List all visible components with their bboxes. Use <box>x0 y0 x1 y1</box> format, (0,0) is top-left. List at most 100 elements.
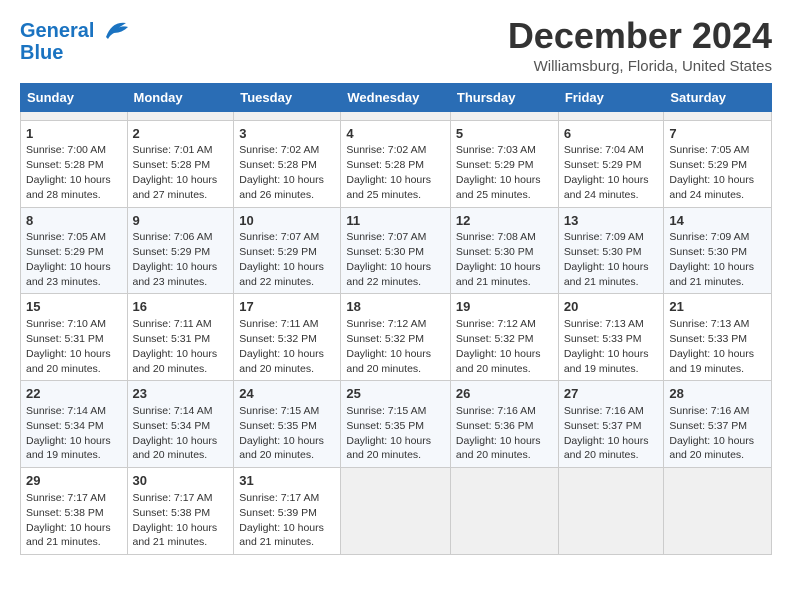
day-number: 8 <box>26 212 122 230</box>
table-cell <box>664 468 772 555</box>
day-number: 28 <box>669 385 766 403</box>
day-number: 13 <box>564 212 659 230</box>
table-cell: 31 Sunrise: 7:17 AMSunset: 5:39 PMDayligh… <box>234 468 341 555</box>
cell-info: Sunrise: 7:06 AMSunset: 5:29 PMDaylight:… <box>133 231 218 288</box>
cell-info: Sunrise: 7:12 AMSunset: 5:32 PMDaylight:… <box>346 318 431 375</box>
calendar-title: December 2024 <box>508 16 772 56</box>
table-cell: 14Sunrise: 7:09 AMSunset: 5:30 PMDayligh… <box>664 207 772 294</box>
table-cell: 3Sunrise: 7:02 AMSunset: 5:28 PMDaylight… <box>234 120 341 207</box>
cell-info: Sunrise: 7:17 AMSunset: 5:38 PMDaylight:… <box>26 492 111 549</box>
cell-info: Sunrise: 7:08 AMSunset: 5:30 PMDaylight:… <box>456 231 541 288</box>
day-number: 1 <box>26 125 122 143</box>
day-number: 30 <box>133 472 229 490</box>
page: General Blue December 2024 Williamsburg,… <box>0 0 792 565</box>
cell-info: Sunrise: 7:03 AMSunset: 5:29 PMDaylight:… <box>456 144 541 201</box>
table-cell: 5Sunrise: 7:03 AMSunset: 5:29 PMDaylight… <box>450 120 558 207</box>
day-number: 9 <box>133 212 229 230</box>
cell-info: Sunrise: 7:15 AMSunset: 5:35 PMDaylight:… <box>239 405 324 462</box>
cell-info: Sunrise: 7:12 AMSunset: 5:32 PMDaylight:… <box>456 318 541 375</box>
cell-info: Sunrise: 7:07 AMSunset: 5:29 PMDaylight:… <box>239 231 324 288</box>
day-number: 22 <box>26 385 122 403</box>
day-number: 17 <box>239 298 335 316</box>
table-cell: 16 Sunrise: 7:11 AMSunset: 5:31 PMDayligh… <box>127 294 234 381</box>
table-cell: 28 Sunrise: 7:16 AMSunset: 5:37 PMDayligh… <box>664 381 772 468</box>
table-cell <box>450 111 558 120</box>
day-number: 31 <box>239 472 335 490</box>
logo-general: General <box>20 20 94 42</box>
table-cell: 10Sunrise: 7:07 AMSunset: 5:29 PMDayligh… <box>234 207 341 294</box>
table-cell: 30Sunrise: 7:17 AMSunset: 5:38 PMDayligh… <box>127 468 234 555</box>
table-cell: 27Sunrise: 7:16 AMSunset: 5:37 PMDayligh… <box>558 381 664 468</box>
cell-info: Sunrise: 7:01 AMSunset: 5:28 PMDaylight:… <box>133 144 218 201</box>
table-cell: 25 Sunrise: 7:15 AMSunset: 5:35 PMDayligh… <box>341 381 451 468</box>
table-cell: 26Sunrise: 7:16 AMSunset: 5:36 PMDayligh… <box>450 381 558 468</box>
week-row-1 <box>21 111 772 120</box>
cell-info: Sunrise: 7:14 AMSunset: 5:34 PMDaylight:… <box>133 405 218 462</box>
col-friday: Friday <box>558 83 664 111</box>
table-cell <box>341 111 451 120</box>
day-number: 5 <box>456 125 553 143</box>
cell-info: Sunrise: 7:16 AMSunset: 5:37 PMDaylight:… <box>669 405 754 462</box>
table-cell: 8Sunrise: 7:05 AMSunset: 5:29 PMDaylight… <box>21 207 128 294</box>
day-number: 3 <box>239 125 335 143</box>
table-cell: 9Sunrise: 7:06 AMSunset: 5:29 PMDaylight… <box>127 207 234 294</box>
day-number: 16 <box>133 298 229 316</box>
col-tuesday: Tuesday <box>234 83 341 111</box>
day-number: 10 <box>239 212 335 230</box>
cell-info: Sunrise: 7:04 AMSunset: 5:29 PMDaylight:… <box>564 144 649 201</box>
table-cell: 24 Sunrise: 7:15 AMSunset: 5:35 PMDayligh… <box>234 381 341 468</box>
cell-info: Sunrise: 7:17 AMSunset: 5:39 PMDaylight:… <box>239 492 324 549</box>
table-cell <box>21 111 128 120</box>
cell-info: Sunrise: 7:05 AMSunset: 5:29 PMDaylight:… <box>669 144 754 201</box>
day-number: 2 <box>133 125 229 143</box>
cell-info: Sunrise: 7:07 AMSunset: 5:30 PMDaylight:… <box>346 231 431 288</box>
col-wednesday: Wednesday <box>341 83 451 111</box>
table-cell: 18 Sunrise: 7:12 AMSunset: 5:32 PMDayligh… <box>341 294 451 381</box>
table-cell: 21Sunrise: 7:13 AMSunset: 5:33 PMDayligh… <box>664 294 772 381</box>
table-cell <box>450 468 558 555</box>
day-number: 15 <box>26 298 122 316</box>
day-number: 26 <box>456 385 553 403</box>
calendar-subtitle: Williamsburg, Florida, United States <box>508 58 772 75</box>
cell-info: Sunrise: 7:00 AMSunset: 5:28 PMDaylight:… <box>26 144 111 201</box>
week-row-4: 15Sunrise: 7:10 AMSunset: 5:31 PMDayligh… <box>21 294 772 381</box>
table-cell <box>341 468 451 555</box>
week-row-6: 29 Sunrise: 7:17 AMSunset: 5:38 PMDayligh… <box>21 468 772 555</box>
day-number: 23 <box>133 385 229 403</box>
table-cell: 11Sunrise: 7:07 AMSunset: 5:30 PMDayligh… <box>341 207 451 294</box>
cell-info: Sunrise: 7:15 AMSunset: 5:35 PMDaylight:… <box>346 405 431 462</box>
day-number: 7 <box>669 125 766 143</box>
day-number: 19 <box>456 298 553 316</box>
day-number: 18 <box>346 298 445 316</box>
day-number: 24 <box>239 385 335 403</box>
table-cell: 13Sunrise: 7:09 AMSunset: 5:30 PMDayligh… <box>558 207 664 294</box>
day-number: 11 <box>346 212 445 230</box>
table-cell: 7Sunrise: 7:05 AMSunset: 5:29 PMDaylight… <box>664 120 772 207</box>
cell-info: Sunrise: 7:11 AMSunset: 5:31 PMDaylight:… <box>133 318 218 375</box>
day-number: 12 <box>456 212 553 230</box>
table-cell: 20Sunrise: 7:13 AMSunset: 5:33 PMDayligh… <box>558 294 664 381</box>
cell-info: Sunrise: 7:14 AMSunset: 5:34 PMDaylight:… <box>26 405 111 462</box>
table-cell: 23 Sunrise: 7:14 AMSunset: 5:34 PMDayligh… <box>127 381 234 468</box>
table-cell: 17 Sunrise: 7:11 AMSunset: 5:32 PMDayligh… <box>234 294 341 381</box>
title-block: December 2024 Williamsburg, Florida, Uni… <box>508 16 772 75</box>
col-monday: Monday <box>127 83 234 111</box>
table-cell: 15Sunrise: 7:10 AMSunset: 5:31 PMDayligh… <box>21 294 128 381</box>
table-cell: 19 Sunrise: 7:12 AMSunset: 5:32 PMDayligh… <box>450 294 558 381</box>
day-number: 29 <box>26 472 122 490</box>
calendar-table: Sunday Monday Tuesday Wednesday Thursday… <box>20 83 772 556</box>
day-number: 25 <box>346 385 445 403</box>
table-cell: 6Sunrise: 7:04 AMSunset: 5:29 PMDaylight… <box>558 120 664 207</box>
col-sunday: Sunday <box>21 83 128 111</box>
table-cell: 2Sunrise: 7:01 AMSunset: 5:28 PMDaylight… <box>127 120 234 207</box>
day-number: 4 <box>346 125 445 143</box>
table-cell <box>558 111 664 120</box>
table-cell: 22 Sunrise: 7:14 AMSunset: 5:34 PMDayligh… <box>21 381 128 468</box>
table-cell <box>127 111 234 120</box>
table-cell: 1Sunrise: 7:00 AMSunset: 5:28 PMDaylight… <box>21 120 128 207</box>
day-number: 14 <box>669 212 766 230</box>
day-number: 6 <box>564 125 659 143</box>
calendar-header-row: Sunday Monday Tuesday Wednesday Thursday… <box>21 83 772 111</box>
cell-info: Sunrise: 7:11 AMSunset: 5:32 PMDaylight:… <box>239 318 324 375</box>
cell-info: Sunrise: 7:16 AMSunset: 5:37 PMDaylight:… <box>564 405 649 462</box>
